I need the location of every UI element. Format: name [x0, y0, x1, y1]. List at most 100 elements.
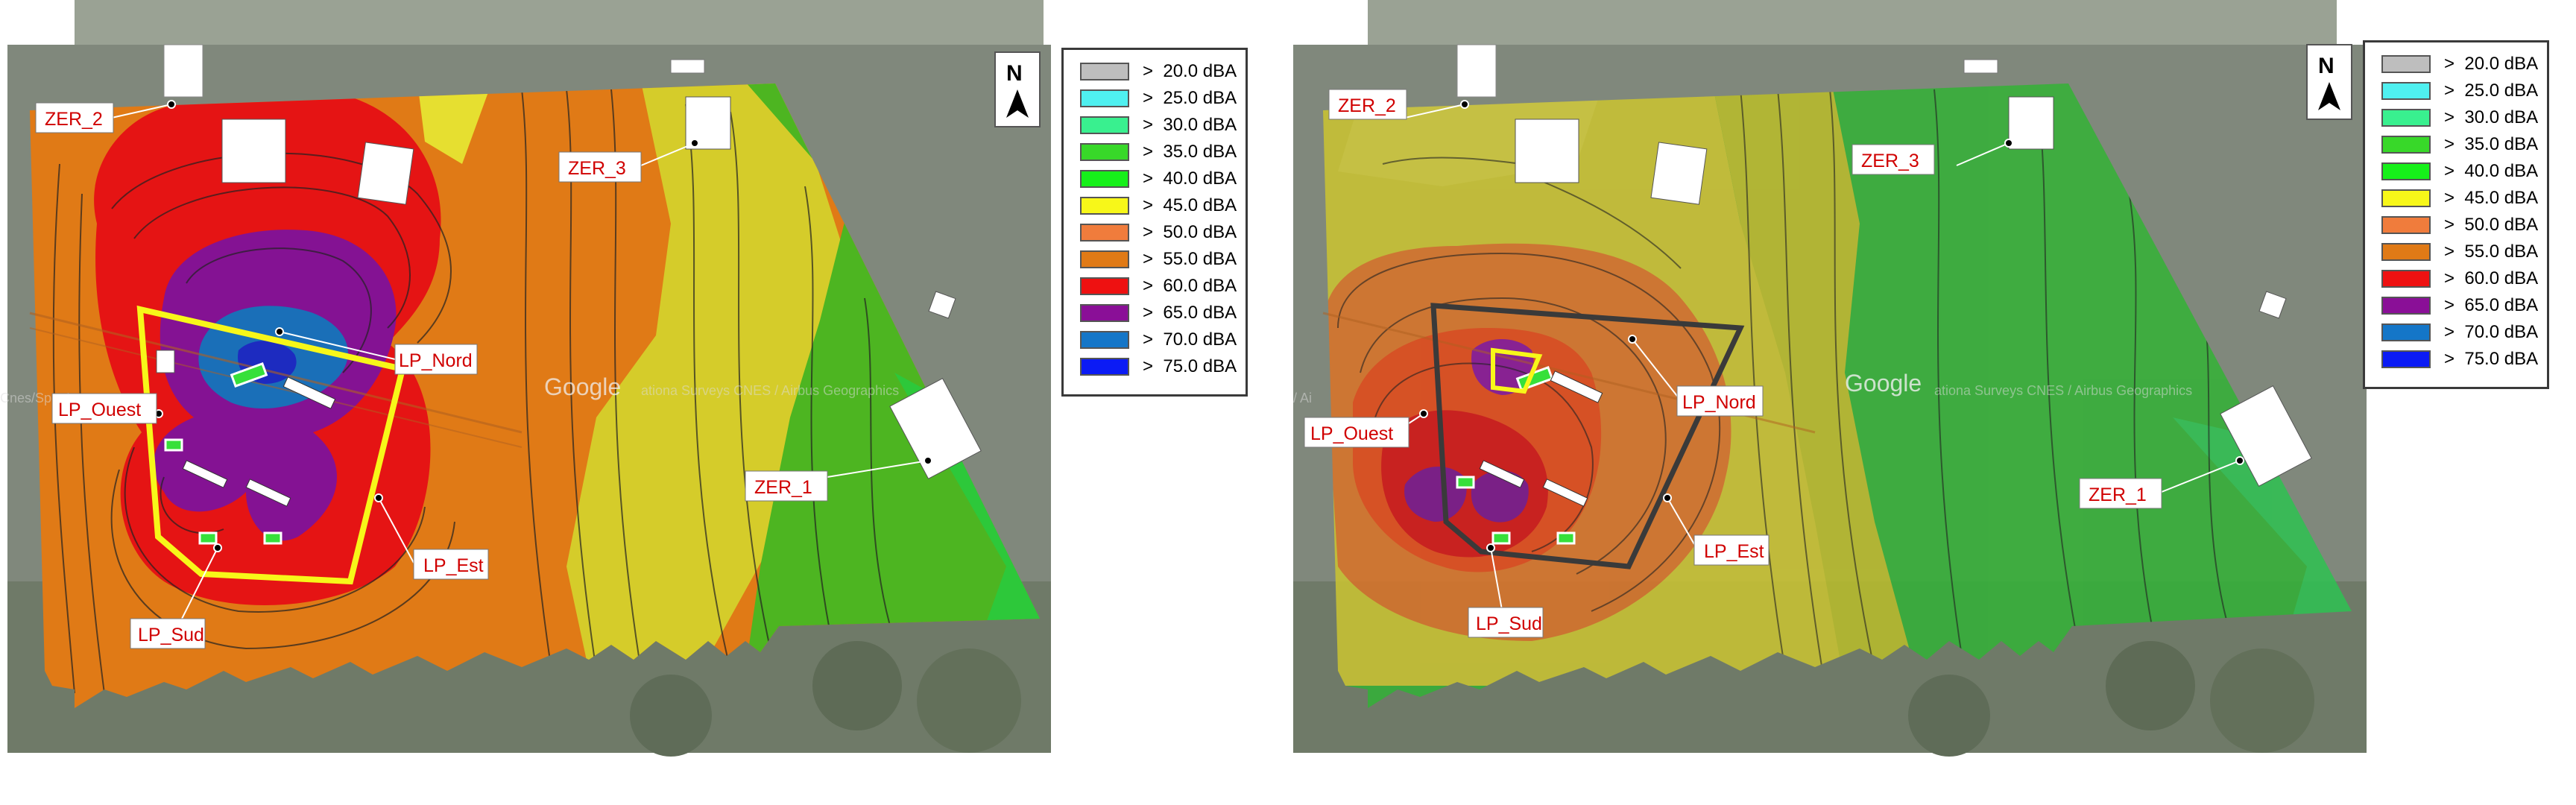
- receiver-point: [374, 493, 383, 502]
- legend-row: > 75.0 dBA: [2381, 349, 2538, 369]
- building: [670, 59, 705, 74]
- legend-row: > 25.0 dBA: [1080, 88, 1237, 108]
- legend-swatch: [2381, 270, 2431, 288]
- legend-label: > 70.0 dBA: [1143, 329, 1237, 350]
- tree-cluster: [2106, 641, 2195, 730]
- legend-swatch: [2381, 350, 2431, 368]
- building: [221, 119, 286, 183]
- equipment-unit: [164, 438, 183, 452]
- right-noise-map: Google / Ai ationa Surveys CNES / Airbus…: [1293, 0, 2367, 757]
- legend-label: > 65.0 dBA: [2444, 295, 2539, 315]
- legend-row: > 40.0 dBA: [2381, 161, 2538, 181]
- building: [1963, 59, 1998, 74]
- legend-label: > 45.0 dBA: [2444, 188, 2539, 208]
- legend-label: > 50.0 dBA: [2444, 215, 2539, 235]
- legend-row: > 70.0 dBA: [1080, 329, 1237, 350]
- equipment-unit: [198, 531, 218, 545]
- building: [1456, 44, 1497, 98]
- legend-swatch: [1080, 304, 1129, 322]
- legend-label: > 65.0 dBA: [1143, 303, 1237, 323]
- legend-swatch: [2381, 189, 2431, 207]
- legend-label: > 60.0 dBA: [1143, 276, 1237, 296]
- receiver-label-zer2: ZER_2: [1338, 95, 1396, 116]
- legend-label: > 40.0 dBA: [1143, 168, 1237, 189]
- legend-label: > 70.0 dBA: [2444, 322, 2539, 342]
- receiver-point: [924, 456, 932, 465]
- legend-row: > 35.0 dBA: [2381, 134, 2539, 154]
- legend-label: > 55.0 dBA: [2444, 242, 2539, 262]
- tree-cluster: [917, 648, 1021, 753]
- map-watermark: Google: [1845, 370, 1922, 397]
- legend-swatch: [1080, 250, 1129, 268]
- receiver-point: [1460, 100, 1469, 109]
- equipment-unit: [1556, 531, 1576, 545]
- receiver-point: [690, 139, 699, 148]
- aerial-top-strip: [75, 0, 1044, 45]
- legend-row: > 30.0 dBA: [1080, 115, 1237, 135]
- legend-label: > 30.0 dBA: [1143, 115, 1237, 135]
- legend-swatch: [1080, 331, 1129, 349]
- map-attribution: / Ai: [1293, 391, 1312, 405]
- legend-swatch: [2381, 216, 2431, 234]
- legend-row: > 30.0 dBA: [2381, 107, 2539, 127]
- receiver-label-zer1: ZER_1: [2089, 484, 2147, 505]
- building: [357, 142, 414, 205]
- receiver-point: [1663, 493, 1672, 502]
- legend-swatch: [1080, 224, 1129, 242]
- tree-cluster: [2210, 648, 2314, 753]
- receiver-label-lp-ouest: LP_Ouest: [1310, 423, 1393, 444]
- map-watermark: Google: [544, 373, 621, 400]
- legend-label: > 45.0 dBA: [1143, 195, 1237, 215]
- legend-swatch: [2381, 109, 2431, 127]
- legend-label: > 30.0 dBA: [2444, 107, 2539, 127]
- legend-row: > 45.0 dBA: [2381, 188, 2539, 208]
- receiver-point: [1419, 409, 1428, 418]
- legend-swatch: [2381, 136, 2431, 154]
- legend-swatch: [2381, 297, 2431, 315]
- tree-cluster: [1908, 675, 1990, 757]
- building: [163, 44, 203, 98]
- left-noise-map-panel: Google Cnes/Spot Image ationa Surveys CN…: [0, 0, 1058, 805]
- legend-row: > 40.0 dBA: [1080, 168, 1237, 189]
- receiver-label-lp-sud: LP_Sud: [138, 625, 204, 645]
- receiver-label-zer1: ZER_1: [754, 477, 812, 498]
- receiver-point: [1628, 335, 1637, 344]
- north-arrow: N: [994, 51, 1041, 127]
- legend-row: > 50.0 dBA: [2381, 215, 2538, 235]
- left-noise-map: Google Cnes/Spot Image ationa Surveys CN…: [0, 0, 1051, 757]
- legend-swatch: [1080, 170, 1129, 188]
- receiver-label-lp-est: LP_Est: [423, 555, 484, 576]
- right-legend: > 20.0 dBA > 25.0 dBA > 30.0 dBA > 35.0 …: [2363, 40, 2549, 389]
- legend-label: > 35.0 dBA: [2444, 134, 2539, 154]
- legend-row: > 50.0 dBA: [1080, 222, 1237, 242]
- receiver-label-lp-est: LP_Est: [1704, 541, 1764, 562]
- legend-row: > 60.0 dBA: [2381, 268, 2538, 288]
- receiver-point: [1486, 543, 1495, 552]
- legend-swatch: [2381, 82, 2431, 100]
- receiver-point: [213, 543, 222, 552]
- equipment-unit: [1491, 531, 1511, 545]
- legend-row: > 70.0 dBA: [2381, 322, 2539, 342]
- legend-swatch: [1080, 116, 1129, 134]
- legend-row: > 65.0 dBA: [1080, 303, 1237, 323]
- receiver-label-lp-nord: LP_Nord: [399, 350, 473, 371]
- legend-swatch: [1080, 277, 1129, 295]
- receiver-point: [2004, 139, 2013, 148]
- legend-row: > 65.0 dBA: [2381, 295, 2539, 315]
- legend-swatch: [1080, 197, 1129, 215]
- legend-row: > 55.0 dBA: [1080, 249, 1237, 269]
- legend-row: > 45.0 dBA: [1080, 195, 1237, 215]
- legend-swatch: [1080, 63, 1129, 80]
- legend-label: > 55.0 dBA: [1143, 249, 1237, 269]
- legend-row: > 20.0 dBA: [2381, 54, 2538, 74]
- north-letter: N: [2318, 54, 2334, 78]
- equipment-unit: [1456, 476, 1475, 489]
- equipment-unit: [263, 531, 282, 545]
- legend-label: > 20.0 dBA: [2444, 54, 2539, 74]
- legend-swatch: [2381, 323, 2431, 341]
- right-noise-map-panel: Google / Ai ationa Surveys CNES / Airbus…: [1293, 0, 2367, 805]
- tree-cluster: [812, 641, 902, 730]
- building: [156, 350, 175, 373]
- legend-swatch: [1080, 143, 1129, 161]
- receiver-label-zer2: ZER_2: [45, 109, 103, 130]
